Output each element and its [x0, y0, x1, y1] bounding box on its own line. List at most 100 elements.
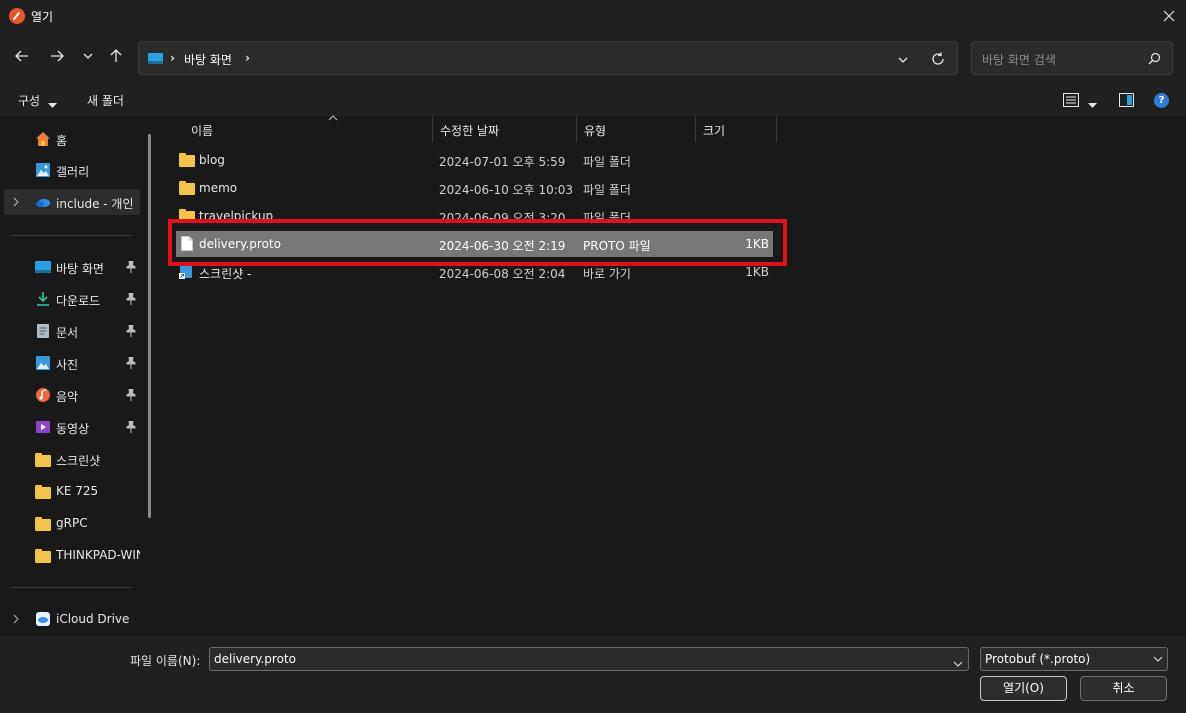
sidebar-item-label: KE 725	[56, 484, 99, 498]
file-name: 스크린샷 -	[199, 267, 252, 281]
sidebar-item-onedrive[interactable]: include - 개인	[4, 189, 140, 215]
close-button[interactable]	[1152, 0, 1186, 32]
pin-icon[interactable]	[126, 389, 136, 401]
close-icon	[1163, 10, 1175, 22]
breadcrumb-separator: ›	[170, 51, 175, 65]
sidebar-item-desktop[interactable]: 바탕 화면	[0, 254, 145, 280]
document-icon	[37, 324, 49, 338]
column-header-modified[interactable]: 수정한 날짜	[433, 116, 577, 142]
column-header-label: 크기	[703, 124, 726, 138]
chevron-down-icon	[898, 57, 908, 63]
forward-button[interactable]	[45, 48, 69, 68]
sidebar-item-ke725[interactable]: KE 725	[0, 478, 145, 504]
column-header-name[interactable]: 이름	[184, 115, 433, 142]
file-row-blog[interactable]: blog 2024-07-01 오후 5:59 파일 폴더	[174, 147, 774, 173]
organize-dropdown-icon[interactable]	[48, 98, 57, 112]
window-title: 열기	[31, 10, 54, 24]
photo-icon	[36, 356, 50, 370]
sidebar-item-label: 스크린샷	[56, 454, 101, 468]
pin-icon[interactable]	[126, 261, 136, 273]
pin-icon[interactable]	[126, 325, 136, 337]
file-type-filter[interactable]: Protobuf (*.proto)	[980, 647, 1168, 671]
sidebar-item-downloads[interactable]: 다운로드	[0, 286, 145, 312]
file-row-memo[interactable]: memo 2024-06-10 오후 10:03 파일 폴더	[174, 175, 774, 201]
column-header-label: 수정한 날짜	[440, 124, 500, 138]
help-button[interactable]: ?	[1154, 93, 1169, 108]
file-name: travelpickup	[199, 209, 274, 223]
breadcrumb-desktop[interactable]: 바탕 화면	[184, 51, 232, 68]
sidebar-item-music[interactable]: 음악	[0, 382, 145, 408]
sort-ascending-icon	[328, 115, 338, 121]
cancel-button[interactable]: 취소	[1080, 676, 1167, 701]
command-bar: 구성 새 폴더 ?	[0, 84, 1186, 116]
folder-icon	[35, 453, 51, 467]
organize-button[interactable]: 구성	[18, 92, 40, 109]
view-dropdown-button[interactable]	[1088, 98, 1097, 112]
chevron-down-icon	[1153, 656, 1163, 662]
file-modified: 2024-06-10 오후 10:03	[439, 183, 574, 197]
icloud-icon	[36, 612, 50, 626]
sidebar-item-pictures[interactable]: 사진	[0, 350, 145, 376]
sidebar-item-gallery[interactable]: 갤러리	[0, 157, 145, 183]
search-input[interactable]: 바탕 화면 검색	[982, 51, 1056, 68]
refresh-icon	[932, 52, 944, 65]
caret-down-icon	[48, 103, 57, 108]
file-row-travelpickup[interactable]: travelpickup 2024-06-09 오전 3:20 파일 폴더	[174, 203, 774, 229]
up-button[interactable]	[104, 48, 128, 68]
new-folder-button[interactable]: 새 폴더	[87, 92, 124, 109]
back-button[interactable]	[10, 48, 34, 68]
breadcrumb-separator[interactable]: ›	[245, 51, 250, 65]
chevron-right-icon[interactable]	[13, 197, 19, 207]
filename-input[interactable]	[209, 647, 969, 671]
sidebar-item-label: gRPC	[56, 516, 88, 530]
column-header-size[interactable]: 크기	[696, 116, 777, 142]
folder-icon	[35, 549, 51, 563]
filename-label: 파일 이름(N):	[130, 654, 201, 668]
search-icon	[1148, 52, 1161, 65]
chevron-right-icon[interactable]	[13, 614, 19, 624]
onedrive-icon	[36, 199, 50, 207]
sidebar-item-videos[interactable]: 동영상	[0, 414, 145, 440]
file-modified: 2024-06-09 오전 3:20	[439, 211, 566, 225]
pin-icon[interactable]	[126, 293, 136, 305]
folder-icon	[35, 485, 51, 499]
file-name: memo	[199, 181, 238, 195]
gallery-icon	[36, 163, 50, 177]
sidebar-item-home[interactable]: 홈	[0, 126, 145, 152]
sidebar-scrollbar[interactable]	[148, 134, 151, 518]
address-dropdown-button[interactable]	[897, 54, 909, 68]
open-button[interactable]: 열기(O)	[980, 676, 1067, 701]
sidebar-item-grpc[interactable]: gRPC	[0, 510, 145, 536]
video-icon	[36, 421, 50, 433]
file-modified: 2024-06-30 오전 2:19	[439, 239, 566, 253]
folder-icon	[179, 153, 195, 167]
shortcut-icon	[179, 265, 192, 279]
file-name: blog	[199, 153, 225, 167]
file-icon	[181, 236, 193, 251]
sidebar-item-thinkpad-win[interactable]: THINKPAD-WIN	[0, 542, 145, 568]
filename-history-dropdown[interactable]	[953, 656, 963, 670]
sidebar-item-label: 갤러리	[56, 165, 90, 179]
search-button[interactable]	[1148, 52, 1161, 68]
sidebar-item-label: 홈	[56, 134, 68, 148]
address-bar[interactable]: › 바탕 화면 ›	[138, 41, 958, 75]
file-row-delivery-proto[interactable]: delivery.proto 2024-06-30 오전 2:19 PROTO …	[176, 231, 773, 257]
sidebar-item-screenshots[interactable]: 스크린샷	[0, 446, 145, 472]
recent-locations-button[interactable]	[76, 48, 100, 68]
details-view-icon	[1063, 93, 1079, 107]
file-row-screenshot-shortcut[interactable]: 스크린샷 - 2024-06-08 오전 2:04 바로 가기 1KB	[174, 259, 774, 285]
search-box[interactable]: 바탕 화면 검색	[971, 41, 1173, 75]
pin-icon[interactable]	[126, 357, 136, 369]
column-header-type[interactable]: 유형	[577, 116, 696, 142]
pin-icon[interactable]	[126, 421, 136, 433]
download-icon	[37, 292, 49, 306]
file-type: 바로 가기	[583, 267, 631, 281]
preview-pane-button[interactable]	[1119, 93, 1134, 110]
arrow-right-icon	[51, 50, 64, 62]
chevron-down-icon	[83, 53, 93, 59]
sidebar-item-documents[interactable]: 문서	[0, 318, 145, 344]
file-modified: 2024-07-01 오후 5:59	[439, 155, 566, 169]
sidebar-item-icloud-drive[interactable]: iCloud Drive	[0, 606, 145, 632]
change-view-button[interactable]	[1063, 93, 1079, 110]
refresh-button[interactable]	[931, 52, 945, 69]
